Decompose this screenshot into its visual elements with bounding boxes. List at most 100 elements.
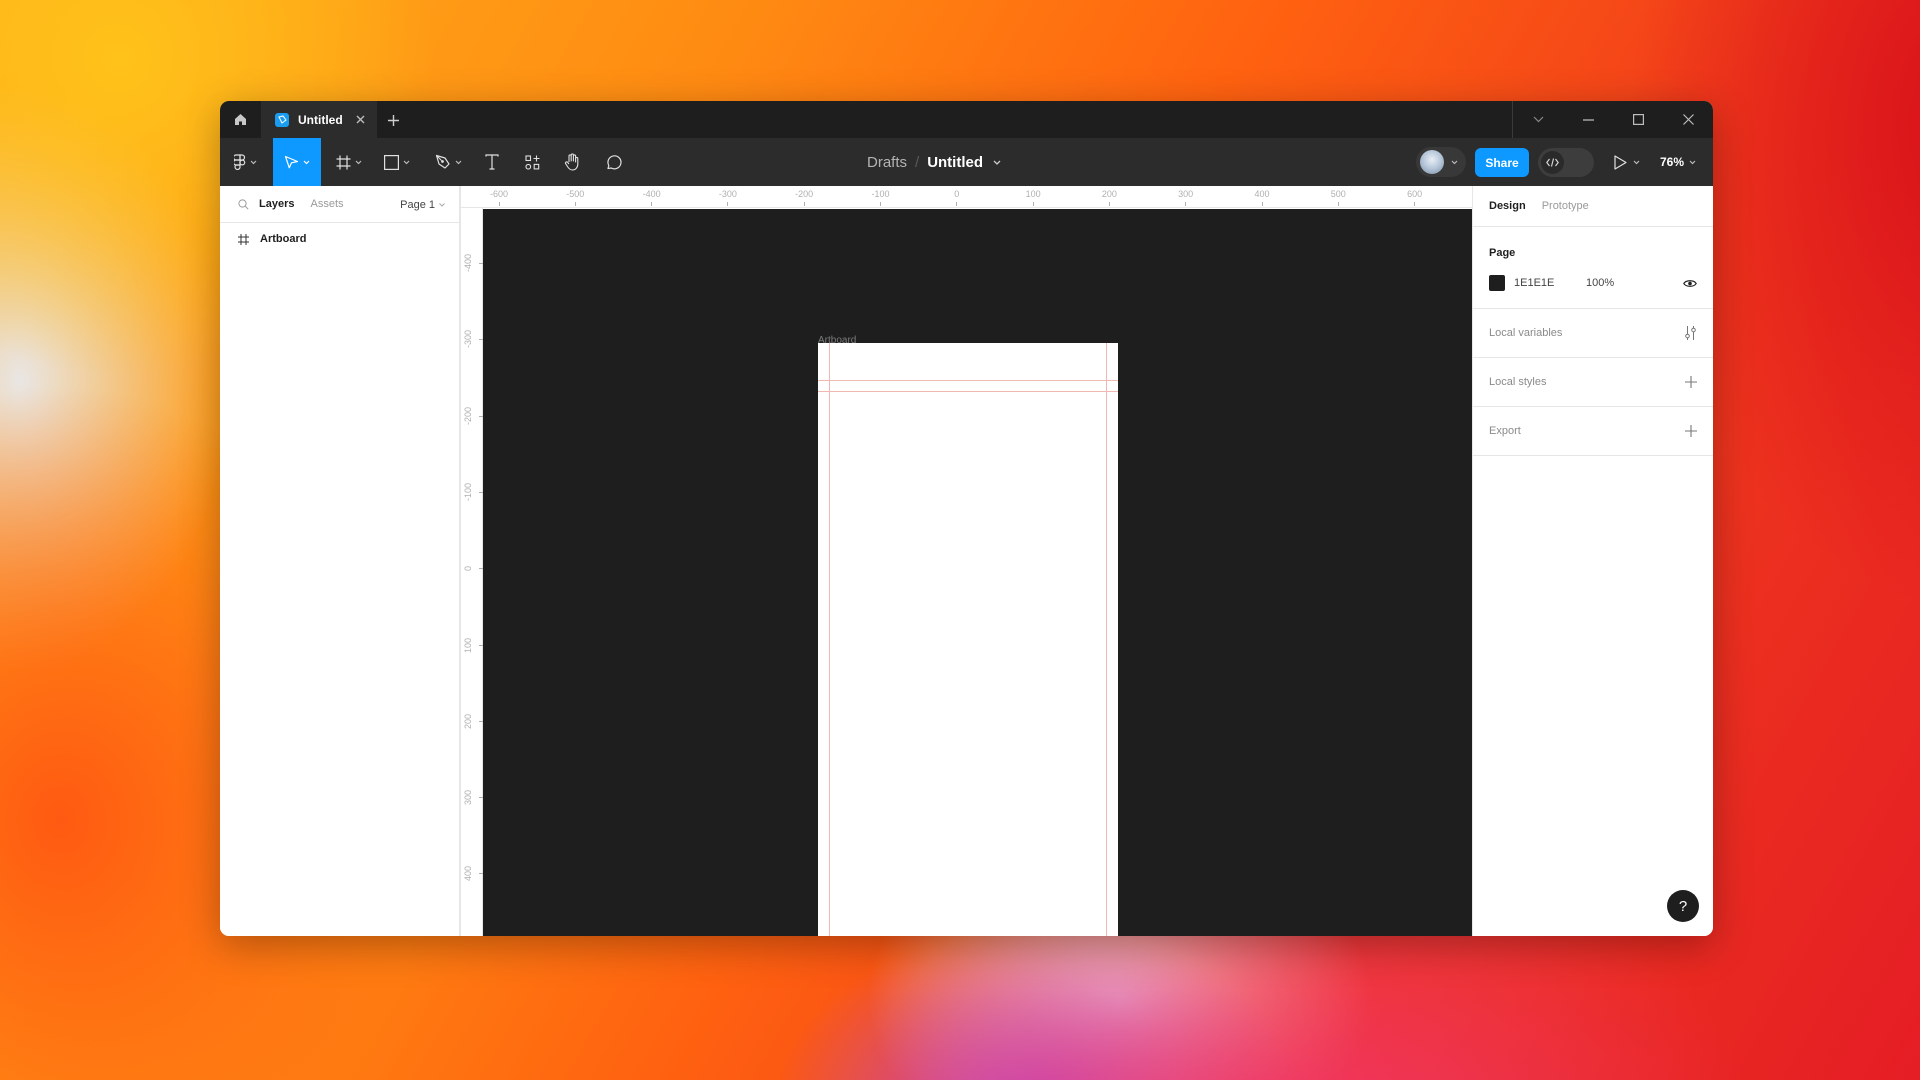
- cursor-arrow-icon: [284, 155, 299, 169]
- ruler-tick-label: -100: [463, 482, 473, 501]
- resources-tool-button[interactable]: [513, 138, 551, 186]
- breadcrumb-drafts-link[interactable]: Drafts: [867, 154, 907, 171]
- tab-layers[interactable]: Layers: [259, 198, 294, 210]
- ruler-tick: 200: [1089, 186, 1129, 206]
- search-layers-button[interactable]: [238, 198, 249, 210]
- ruler-tick-mark: [1414, 202, 1416, 206]
- ruler-tick: 0: [461, 548, 484, 588]
- ruler-tick-mark: [574, 202, 576, 206]
- minimize-button[interactable]: [1563, 101, 1613, 138]
- chevron-down-icon: [1689, 160, 1696, 164]
- present-button[interactable]: [1614, 138, 1640, 186]
- title-bar: Untitled: [220, 101, 1713, 138]
- ruler-tick: -200: [784, 186, 824, 206]
- page-color-opacity[interactable]: 100%: [1586, 277, 1683, 289]
- window-close-button[interactable]: [1663, 101, 1713, 138]
- ruler-tick: 300: [461, 777, 484, 817]
- ruler-tick-label: 0: [954, 189, 960, 199]
- figma-logo-icon: [233, 154, 245, 170]
- close-icon: [1682, 114, 1694, 125]
- export-row[interactable]: Export: [1473, 407, 1713, 456]
- minimize-icon: [1582, 118, 1594, 121]
- plus-icon[interactable]: [1685, 376, 1697, 388]
- tab-title: Untitled: [298, 112, 343, 127]
- page-color-swatch[interactable]: [1489, 275, 1505, 291]
- file-menu-button[interactable]: [993, 160, 1001, 165]
- artboard[interactable]: [818, 343, 1118, 936]
- close-icon: [356, 115, 364, 123]
- ruler-tick: -100: [461, 472, 484, 512]
- hand-icon: [564, 153, 578, 171]
- maximize-button[interactable]: [1613, 101, 1663, 138]
- chevron-down-icon: [303, 160, 310, 164]
- tab-assets[interactable]: Assets: [310, 198, 343, 210]
- share-button[interactable]: Share: [1475, 148, 1529, 177]
- ruler-tick-label: -500: [566, 189, 585, 199]
- layer-row[interactable]: Artboard: [220, 223, 459, 255]
- tab-design[interactable]: Design: [1489, 200, 1526, 212]
- local-styles-row[interactable]: Local styles: [1473, 358, 1713, 407]
- chevron-down-icon: [439, 202, 445, 207]
- properties-tabs: Design Prototype: [1473, 186, 1713, 227]
- multiplayer-menu-button[interactable]: [1416, 147, 1466, 177]
- ruler-tick-label: -600: [489, 189, 508, 199]
- horizontal-ruler: -600 -500 -400 -300 -200 -100 0 100 200 300 400 500…: [460, 186, 1472, 208]
- zoom-level: 76%: [1660, 155, 1685, 169]
- plus-icon[interactable]: [1685, 425, 1697, 437]
- chevron-down-icon: [355, 160, 362, 164]
- breadcrumb-separator: /: [915, 153, 920, 171]
- text-icon: [485, 154, 499, 170]
- main-menu-button[interactable]: [228, 138, 262, 186]
- variables-icon[interactable]: [1684, 326, 1697, 340]
- ruler-tick-label: -200: [463, 406, 473, 425]
- tabs-menu-button[interactable]: [1513, 101, 1563, 138]
- help-button[interactable]: ?: [1667, 890, 1699, 922]
- visibility-toggle[interactable]: [1683, 279, 1697, 288]
- frame-hash-icon: [336, 155, 351, 169]
- ruler-tick-label: 200: [463, 713, 473, 729]
- canvas[interactable]: Artboard: [483, 209, 1472, 936]
- ruler-tick-mark: [1032, 202, 1034, 206]
- zoom-menu-button[interactable]: 76%: [1660, 138, 1696, 186]
- file-tab[interactable]: Untitled: [261, 101, 377, 138]
- local-variables-row[interactable]: Local variables: [1473, 309, 1713, 358]
- comment-icon: [606, 154, 622, 169]
- play-icon: [1614, 154, 1627, 170]
- home-icon: [235, 114, 246, 125]
- chevron-down-icon: [403, 160, 410, 164]
- frame-hash-icon: [238, 233, 249, 245]
- ruler-tick: -300: [708, 186, 748, 206]
- ruler-tick: -400: [461, 243, 484, 283]
- ruler-tick-label: 100: [463, 636, 473, 653]
- new-tab-button[interactable]: [383, 110, 403, 130]
- chevron-down-icon: [1533, 116, 1543, 123]
- home-button[interactable]: [220, 101, 261, 138]
- maximize-icon: [1632, 114, 1644, 125]
- ruler-tick: 0: [937, 186, 977, 206]
- layout-guide-left: [829, 343, 830, 936]
- chevron-down-icon: [1633, 160, 1640, 164]
- layers-panel: Layers Assets Page 1 Artboard: [220, 186, 460, 936]
- ruler-tick: -500: [555, 186, 595, 206]
- hand-tool-button[interactable]: [553, 138, 591, 186]
- chevron-down-icon: [455, 160, 461, 164]
- dev-mode-toggle[interactable]: [1538, 148, 1594, 177]
- text-tool-button[interactable]: [474, 138, 510, 186]
- move-tool-button[interactable]: [273, 138, 321, 186]
- page-selector-label: Page 1: [400, 198, 435, 211]
- window-controls: [1512, 101, 1713, 138]
- pen-tool-button[interactable]: [428, 138, 468, 186]
- page-color-hex[interactable]: 1E1E1E: [1514, 277, 1586, 289]
- chevron-down-icon: [993, 160, 1001, 165]
- breadcrumb: Drafts / Untitled: [867, 138, 1001, 186]
- page-selector[interactable]: Page 1: [400, 186, 445, 223]
- ruler-tick-mark: [1261, 202, 1263, 206]
- vertical-ruler: -400 -300 -200 -100 0 100 200 300 400: [460, 208, 483, 936]
- tab-prototype[interactable]: Prototype: [1542, 200, 1589, 212]
- shape-tool-button[interactable]: [377, 138, 417, 186]
- tab-close-button[interactable]: [353, 112, 367, 126]
- comment-tool-button[interactable]: [593, 138, 633, 186]
- frame-tool-button[interactable]: [330, 138, 368, 186]
- eye-icon: [1683, 279, 1697, 287]
- file-name[interactable]: Untitled: [927, 154, 983, 171]
